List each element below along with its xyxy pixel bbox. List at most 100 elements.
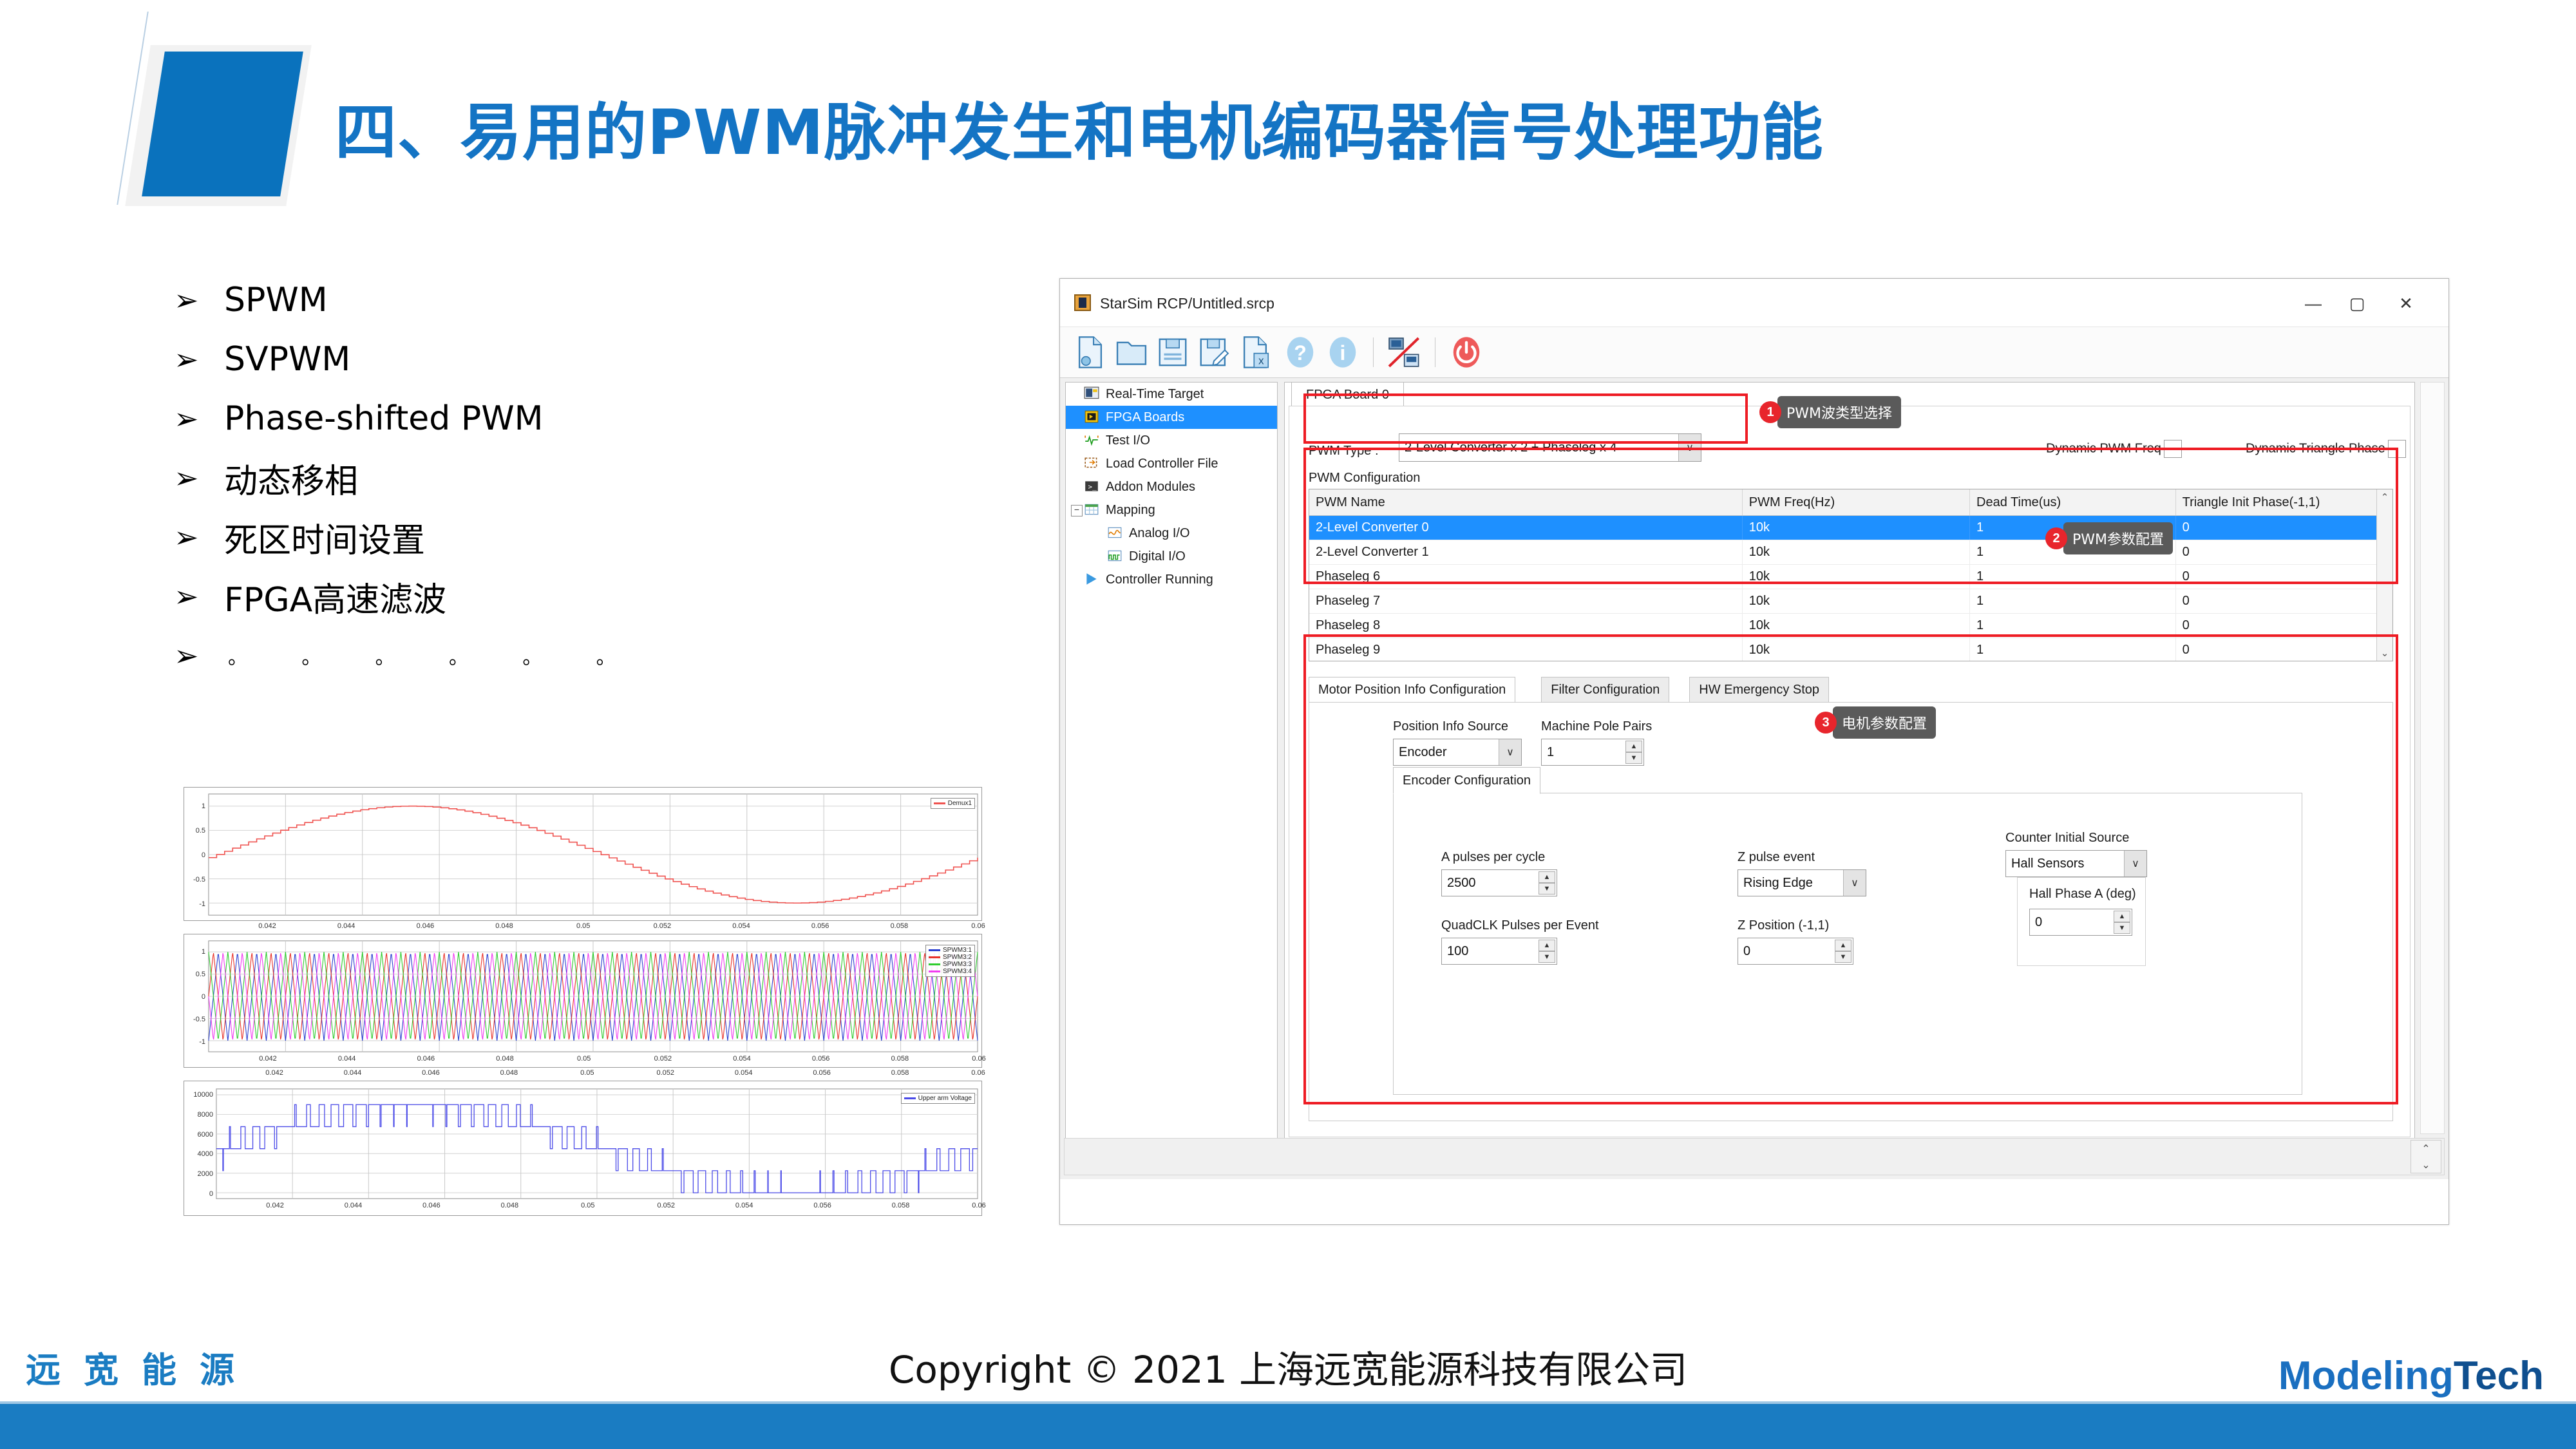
- table-cell-freq[interactable]: 10k: [1743, 540, 1971, 564]
- close-file-icon[interactable]: x: [1238, 335, 1273, 370]
- z-position-stepper[interactable]: 0 ▲ ▼: [1738, 938, 1853, 965]
- tree-item-controller-running[interactable]: Controller Running: [1066, 568, 1277, 591]
- table-cell-name[interactable]: 2-Level Converter 0: [1309, 516, 1743, 540]
- table-row[interactable]: 2-Level Converter 0 10k 1 0: [1309, 516, 2392, 540]
- table-cell-name[interactable]: Phaseleg 8: [1309, 614, 1743, 638]
- hall-phase-a-stepper[interactable]: 0 ▲ ▼: [2029, 909, 2132, 936]
- power-icon[interactable]: [1449, 335, 1484, 370]
- table-cell-phase[interactable]: 0: [2176, 614, 2392, 638]
- table-cell-name[interactable]: 2-Level Converter 1: [1309, 540, 1743, 564]
- column-header[interactable]: Triangle Init Phase(-1,1): [2176, 489, 2392, 515]
- table-body[interactable]: 2-Level Converter 0 10k 1 0 2-Level Converte…: [1309, 516, 2392, 661]
- quadclk-pulses-per-event-stepper[interactable]: 100 ▲ ▼: [1441, 938, 1557, 965]
- tree-item-addon-modules[interactable]: >_ Addon Modules: [1066, 475, 1277, 498]
- table-cell-dead-time[interactable]: 1: [1970, 638, 2176, 661]
- open-folder-icon[interactable]: [1114, 335, 1149, 370]
- statusbar-scroll-buttons[interactable]: ⌃ ⌄: [2410, 1140, 2441, 1173]
- dynamic-triangle-phase-group[interactable]: Dynamic Triangle Phase: [2246, 440, 2407, 458]
- maximize-button[interactable]: ▢: [2336, 290, 2378, 316]
- spinner-down-icon[interactable]: ▼: [1625, 752, 1642, 764]
- dynamic-triangle-phase-checkbox[interactable]: [2388, 440, 2407, 458]
- table-cell-freq[interactable]: 10k: [1743, 516, 1971, 540]
- a-pulses-per-cycle-stepper[interactable]: 2500 ▲ ▼: [1441, 869, 1557, 896]
- window-vertical-scrollbar[interactable]: [2420, 382, 2445, 1134]
- chevron-down-icon[interactable]: ∨: [1499, 739, 1521, 765]
- counter-initial-source-select[interactable]: Hall Sensors ∨: [2005, 850, 2147, 877]
- column-header[interactable]: PWM Name: [1309, 489, 1743, 515]
- table-cell-phase[interactable]: 0: [2176, 565, 2392, 589]
- info-icon[interactable]: i: [1325, 335, 1360, 370]
- dynamic-pwm-freq-group[interactable]: Dynamic PWM Freq: [2046, 440, 2183, 458]
- help-icon[interactable]: ?: [1283, 335, 1318, 370]
- spinner-up-icon[interactable]: ▲: [1835, 940, 1852, 951]
- chevron-down-icon[interactable]: ∨: [2124, 851, 2146, 876]
- tree-item-load-controller-file[interactable]: Load Controller File: [1066, 452, 1277, 475]
- spinner-up-icon[interactable]: ▲: [1625, 741, 1642, 752]
- spinner-down-icon[interactable]: ▼: [1539, 951, 1555, 963]
- table-row[interactable]: Phaseleg 8 10k 1 0: [1309, 614, 2392, 638]
- spinner-down-icon[interactable]: ▼: [2114, 922, 2130, 934]
- table-cell-freq[interactable]: 10k: [1743, 589, 1971, 613]
- scroll-down-icon[interactable]: ⌄: [2421, 1159, 2430, 1171]
- tab-encoder-configuration[interactable]: Encoder Configuration: [1393, 767, 1541, 794]
- table-cell-phase[interactable]: 0: [2176, 516, 2392, 540]
- table-cell-phase[interactable]: 0: [2176, 638, 2392, 661]
- table-cell-dead-time[interactable]: 1: [1970, 565, 2176, 589]
- spinner-up-icon[interactable]: ▲: [2114, 911, 2130, 922]
- tree-item-analog-i-o[interactable]: Analog I/O: [1066, 522, 1277, 545]
- navigation-tree[interactable]: Real-Time Target FPGA Boards Test I/O Load …: [1065, 382, 1278, 1142]
- save-as-icon[interactable]: [1197, 335, 1231, 370]
- tab-fpga-board-0[interactable]: FPGA Board 0: [1291, 382, 1404, 408]
- table-row[interactable]: Phaseleg 9 10k 1 0: [1309, 638, 2392, 661]
- tree-item-test-i-o[interactable]: Test I/O: [1066, 429, 1277, 452]
- close-icon[interactable]: ✕: [2385, 290, 2427, 316]
- table-cell-freq[interactable]: 10k: [1743, 565, 1971, 589]
- tab-filter-configuration[interactable]: Filter Configuration: [1541, 677, 1670, 703]
- tree-item-mapping[interactable]: − Mapping: [1066, 498, 1277, 522]
- spinner-down-icon[interactable]: ▼: [1539, 883, 1555, 895]
- table-row[interactable]: Phaseleg 6 10k 1 0: [1309, 565, 2392, 589]
- tab-hw-emergency-stop[interactable]: HW Emergency Stop: [1689, 677, 1830, 703]
- z-pulse-event-select[interactable]: Rising Edge ∨: [1738, 869, 1866, 896]
- table-cell-dead-time[interactable]: 1: [1970, 614, 2176, 638]
- machine-pole-pairs-stepper[interactable]: 1 ▲ ▼: [1541, 739, 1644, 766]
- spinner-up-icon[interactable]: ▲: [1539, 871, 1555, 883]
- configuration-tabs[interactable]: Motor Position Info Configuration Filter …: [1309, 677, 2393, 703]
- table-cell-phase[interactable]: 0: [2176, 589, 2392, 613]
- table-cell-dead-time[interactable]: 1: [1970, 589, 2176, 613]
- table-cell-name[interactable]: Phaseleg 9: [1309, 638, 1743, 661]
- table-row[interactable]: 2-Level Converter 1 10k 1 0: [1309, 540, 2392, 565]
- table-cell-freq[interactable]: 10k: [1743, 638, 1971, 661]
- spinner-buttons[interactable]: ▲ ▼: [1539, 871, 1555, 895]
- spinner-buttons[interactable]: ▲ ▼: [1539, 940, 1555, 963]
- table-cell-name[interactable]: Phaseleg 7: [1309, 589, 1743, 613]
- tree-item-digital-i-o[interactable]: Digital I/O: [1066, 545, 1277, 568]
- tree-item-fpga-boards[interactable]: FPGA Boards: [1066, 406, 1277, 429]
- column-header[interactable]: PWM Freq(Hz): [1743, 489, 1971, 515]
- table-cell-freq[interactable]: 10k: [1743, 614, 1971, 638]
- table-row[interactable]: Phaseleg 7 10k 1 0: [1309, 589, 2392, 614]
- scroll-up-icon[interactable]: ⌃: [2421, 1142, 2430, 1155]
- save-icon[interactable]: [1155, 335, 1190, 370]
- table-cell-name[interactable]: Phaseleg 6: [1309, 565, 1743, 589]
- tree-expander-icon[interactable]: −: [1071, 505, 1083, 516]
- scroll-up-icon[interactable]: ⌃: [2377, 491, 2392, 504]
- column-header[interactable]: Dead Time(us): [1970, 489, 2176, 515]
- pwm-type-select[interactable]: 2-Level Converter x 2 + Phaseleg x 4 ∨: [1399, 433, 1701, 462]
- spinner-buttons[interactable]: ▲ ▼: [2114, 911, 2130, 934]
- spinner-buttons[interactable]: ▲ ▼: [1625, 741, 1642, 764]
- new-file-icon[interactable]: [1073, 335, 1108, 370]
- chevron-down-icon[interactable]: ∨: [1678, 434, 1701, 461]
- spinner-buttons[interactable]: ▲ ▼: [1835, 940, 1852, 963]
- table-cell-phase[interactable]: 0: [2176, 540, 2392, 564]
- spinner-up-icon[interactable]: ▲: [1539, 940, 1555, 951]
- chevron-down-icon[interactable]: ∨: [1843, 870, 1866, 896]
- spinner-down-icon[interactable]: ▼: [1835, 951, 1852, 963]
- tree-item-real-time-target[interactable]: Real-Time Target: [1066, 383, 1277, 406]
- table-scrollbar[interactable]: ⌃ ⌄: [2376, 489, 2392, 661]
- dynamic-pwm-freq-checkbox[interactable]: [2164, 440, 2183, 458]
- disconnect-target-icon[interactable]: [1386, 335, 1421, 370]
- scroll-down-icon[interactable]: ⌄: [2377, 647, 2392, 659]
- minimize-button[interactable]: —: [2293, 290, 2334, 316]
- pwm-configuration-table[interactable]: PWM Name PWM Freq(Hz) Dead Time(us) Triangl…: [1309, 489, 2393, 661]
